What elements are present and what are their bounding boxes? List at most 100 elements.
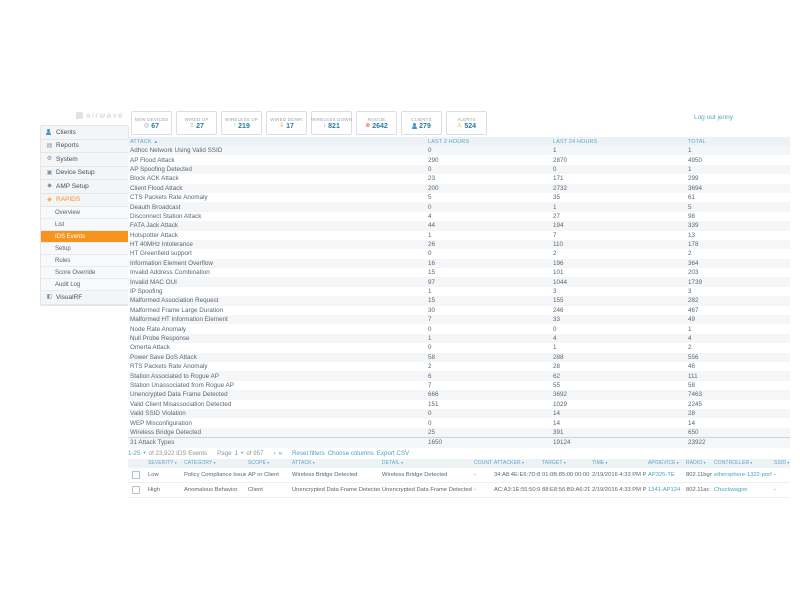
table-row[interactable]: Information Element Overflow16196364 [128,259,790,268]
sidebar-item-clients[interactable]: Clients [41,126,128,140]
event-link-cell[interactable]: ethersphere-1322-porfidio [712,472,772,478]
column-header-scope[interactable]: SCOPE ▾ [246,460,290,466]
table-row[interactable]: AP Flood Attack29028704950 [128,155,790,164]
summary-box-wired-up[interactable]: WIRED UP⇧27 [176,111,217,135]
sidebar-subitem-list[interactable]: List [41,219,128,231]
summary-box-new-devices[interactable]: NEW DEVICES◎67 [131,111,172,135]
count-cell: 1044 [553,279,688,286]
table-row[interactable]: Malformed Association Request15155282 [128,296,790,305]
table-row[interactable]: Station Unassociated from Rogue AP75558 [128,381,790,390]
sidebar-item-label: VisualRF [56,294,82,301]
page-number-select[interactable]: 1 [235,450,238,457]
column-header-attacker[interactable]: ATTACKER ▾ [492,460,540,466]
sidebar-item-rapids[interactable]: ◈RAPIDS [41,194,128,208]
table-row[interactable]: Invalid MAC OUI9710441739 [128,277,790,286]
attack-name-cell: Wireless Bridge Detected [128,429,428,436]
summary-box-value: ⊗2642 [365,123,388,130]
row-checkbox[interactable] [132,471,140,479]
column-header-count[interactable]: COUNT [472,460,492,466]
table-row[interactable]: Hotspotter Attack1713 [128,231,790,240]
table-row[interactable]: Wireless Bridge Detected25391650 [128,428,790,437]
export-csv-link[interactable]: Export CSV [377,450,409,457]
count-cell: 13 [688,232,790,239]
sidebar-item-device-setup[interactable]: ▣Device Setup [41,167,128,181]
sidebar-subitem-setup[interactable]: Setup [41,243,128,255]
column-header-radio[interactable]: RADIO ▾ [684,460,712,466]
sidebar-subitem-audit-log[interactable]: Audit Log [41,279,128,291]
table-row[interactable]: IP Spoofing133 [128,287,790,296]
table-row[interactable]: Node Rate Anomaly001 [128,324,790,333]
next-page-button[interactable]: › [274,450,276,457]
table-row[interactable]: Client Flood Attack20027323694 [128,184,790,193]
event-link-cell[interactable]: Chuckwagon [712,487,772,493]
summary-box-wireless-down[interactable]: WIRELESS DOWN↓821 [311,111,352,135]
table-row[interactable]: Malformed HT Information Element73349 [128,315,790,324]
column-header-time[interactable]: TIME ▾ [590,460,646,466]
table-row[interactable]: CTS Packets Rate Anomaly53561 [128,193,790,202]
table-row[interactable]: HT Greenfield support022 [128,249,790,258]
column-header-attack[interactable]: ATTACK ▾ [290,460,380,466]
table-row[interactable]: Station Associated to Rogue AP662111 [128,371,790,380]
reset-filters-link[interactable]: Reset filters [292,450,325,457]
table-row[interactable]: Invalid Address Combination15101203 [128,268,790,277]
column-header-severity[interactable]: SEVERITY ▾ [146,460,182,466]
table-row[interactable]: RTS Packets Rate Anomaly22846 [128,362,790,371]
event-cell: Wireless Bridge Detected [380,472,472,478]
event-cell: High [146,487,182,493]
table-row[interactable]: HT 40MHz Intolerance26110178 [128,240,790,249]
choose-columns-link[interactable]: Choose columns [328,450,374,457]
column-header-category[interactable]: CATEGORY ▾ [182,460,246,466]
table-row[interactable]: AP Spoofing Detected001 [128,165,790,174]
row-checkbox[interactable] [132,486,140,494]
event-link-cell[interactable]: 1341-AP124 [646,487,684,493]
table-row[interactable]: Valid Client Misassociation Detected1511… [128,400,790,409]
table-row[interactable]: Disconnect Station Attack42798 [128,212,790,221]
sidebar-subitem-overview[interactable]: Overview [41,207,128,219]
column-header-ap-device[interactable]: AP/DEVICE ▾ [646,460,684,466]
column-header-controller[interactable]: CONTROLLER ▾ [712,460,772,466]
summary-box-wired-down[interactable]: WIRED DOWN⇩17 [266,111,307,135]
sidebar-subitem-ids-events[interactable]: IDS Events [41,231,128,243]
table-row[interactable]: Deauth Broadcast015 [128,202,790,211]
summary-box-label: ALERTS [457,117,476,122]
column-header-total[interactable]: TOTAL [688,139,790,145]
column-header-last-2-hours[interactable]: LAST 2 HOURS [428,139,553,145]
column-header-last-24-hours[interactable]: LAST 24 HOURS [553,139,688,145]
logout-link[interactable]: Log out jenny [694,114,733,121]
sidebar-subitem-score-override[interactable]: Score Override [41,267,128,279]
table-row[interactable]: Malformed Frame Large Duration30246467 [128,306,790,315]
last-page-button[interactable]: » [279,450,282,457]
summary-box-alerts[interactable]: ALERTS⚠524 [446,111,487,135]
sidebar-item-system[interactable]: ⚙System [41,153,128,167]
table-row[interactable]: Null Probe Response144 [128,334,790,343]
sidebar-item-amp-setup[interactable]: ◆AMP Setup [41,180,128,194]
sidebar-item-visualrf[interactable]: ◧VisualRF [41,291,128,305]
column-header-ssid[interactable]: SSID ▾ [772,460,790,466]
summary-box-wireless-up[interactable]: WIRELESS UP↑219 [221,111,262,135]
event-link-cell[interactable]: AP325-TE [646,472,684,478]
chevron-down-icon: ▾ [749,460,752,465]
table-row[interactable]: Adhoc Network Using Valid SSID011 [128,146,790,155]
table-row[interactable]: Block ACK Attack23171299 [128,174,790,183]
summary-box-value: ↑219 [233,123,250,130]
table-row[interactable]: FATA Jack Attack44194339 [128,221,790,230]
sidebar-subitem-rules[interactable]: Rules [41,255,128,267]
table-row[interactable]: Power Save DoS Attack58288556 [128,353,790,362]
column-header-target[interactable]: TARGET ▾ [540,460,590,466]
chevron-down-icon: ▾ [400,460,403,465]
summary-box-clients[interactable]: CLIENTS279 [401,111,442,135]
summary-box-rogue[interactable]: ROGUE⊗2642 [356,111,397,135]
sidebar-item-reports[interactable]: ▤Reports [41,140,128,154]
rows-per-page-select[interactable]: 1-25 [128,450,140,457]
event-row[interactable]: HighAnomalous BehaviorClientUnencrypted … [128,483,790,498]
table-row[interactable]: Valid SSID Violation01428 [128,409,790,418]
summary-box-count: 524 [464,123,476,130]
table-row[interactable]: WEP Misconfiguration01414 [128,418,790,427]
event-row[interactable]: LowPolicy Compliance IssueAP or ClientWi… [128,468,790,483]
summary-box-label: ROGUE [368,117,386,122]
table-row[interactable]: Unencrypted Data Frame Detected666369274… [128,390,790,399]
column-header-attack[interactable]: ATTACK▲ [128,139,428,145]
column-header-detail[interactable]: DETAIL ▾ [380,460,472,466]
count-cell: 35 [553,194,688,201]
table-row[interactable]: Omerta Attack012 [128,343,790,352]
